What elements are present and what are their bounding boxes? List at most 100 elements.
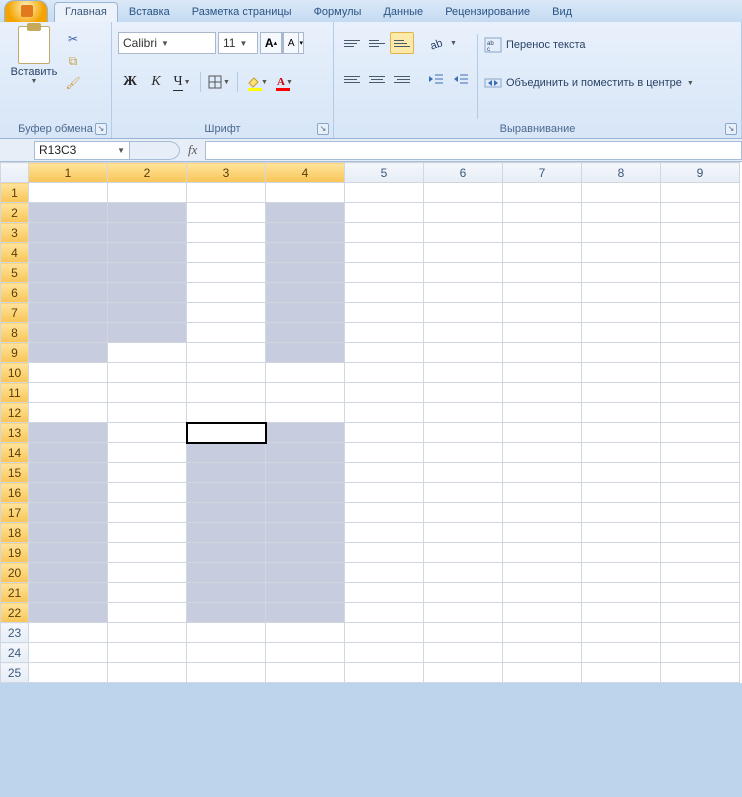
column-header[interactable]: 4: [266, 163, 345, 183]
cell[interactable]: [266, 263, 345, 283]
cell[interactable]: [424, 343, 503, 363]
cell[interactable]: [424, 503, 503, 523]
cell[interactable]: [187, 483, 266, 503]
row-header[interactable]: 4: [1, 243, 29, 263]
cell[interactable]: [345, 563, 424, 583]
cell[interactable]: [187, 283, 266, 303]
cell[interactable]: [503, 663, 582, 683]
cell[interactable]: [187, 603, 266, 623]
select-all-corner[interactable]: [1, 163, 29, 183]
cell[interactable]: [345, 623, 424, 643]
cell[interactable]: [266, 463, 345, 483]
cell[interactable]: [424, 603, 503, 623]
cell[interactable]: [503, 323, 582, 343]
name-box[interactable]: R13C3▼: [34, 141, 130, 160]
cell[interactable]: [29, 423, 108, 443]
bold-button[interactable]: Ж: [118, 70, 142, 94]
cell[interactable]: [424, 483, 503, 503]
row-header[interactable]: 2: [1, 203, 29, 223]
cell[interactable]: [582, 203, 661, 223]
cell[interactable]: [661, 623, 740, 643]
cell[interactable]: [108, 623, 187, 643]
cell[interactable]: [187, 203, 266, 223]
cell[interactable]: [187, 463, 266, 483]
cell[interactable]: [503, 623, 582, 643]
cell[interactable]: [503, 543, 582, 563]
row-header[interactable]: 10: [1, 363, 29, 383]
cell[interactable]: [345, 503, 424, 523]
cell[interactable]: [582, 443, 661, 463]
font-size-combo[interactable]: 11▼: [218, 32, 258, 54]
cell[interactable]: [29, 603, 108, 623]
cell[interactable]: [345, 323, 424, 343]
cell[interactable]: [582, 643, 661, 663]
cell[interactable]: [187, 403, 266, 423]
cell[interactable]: [582, 523, 661, 543]
tab-view[interactable]: Вид: [541, 2, 583, 22]
cell[interactable]: [424, 303, 503, 323]
cell[interactable]: [108, 423, 187, 443]
underline-button[interactable]: Ч▼: [170, 70, 194, 94]
formula-input[interactable]: [205, 141, 742, 160]
cell[interactable]: [503, 403, 582, 423]
row-header[interactable]: 19: [1, 543, 29, 563]
cell[interactable]: [266, 383, 345, 403]
cell[interactable]: [108, 443, 187, 463]
increase-indent-button[interactable]: [449, 68, 473, 90]
cell[interactable]: [661, 543, 740, 563]
cell[interactable]: [661, 343, 740, 363]
cell[interactable]: [345, 583, 424, 603]
cell[interactable]: [345, 383, 424, 403]
row-header[interactable]: 5: [1, 263, 29, 283]
cell[interactable]: [108, 343, 187, 363]
cell[interactable]: [266, 603, 345, 623]
cell[interactable]: [266, 423, 345, 443]
cell[interactable]: [187, 323, 266, 343]
fx-label[interactable]: fx: [188, 142, 197, 158]
cell[interactable]: [582, 363, 661, 383]
cell[interactable]: [582, 423, 661, 443]
cell[interactable]: [345, 283, 424, 303]
cell[interactable]: [661, 583, 740, 603]
cell[interactable]: [29, 463, 108, 483]
cell[interactable]: [29, 383, 108, 403]
cell[interactable]: [29, 663, 108, 683]
cell[interactable]: [424, 583, 503, 603]
cell[interactable]: [345, 443, 424, 463]
cell[interactable]: [503, 523, 582, 543]
copy-icon[interactable]: ⧉: [64, 52, 82, 70]
cell[interactable]: [661, 503, 740, 523]
cell[interactable]: [108, 543, 187, 563]
row-header[interactable]: 7: [1, 303, 29, 323]
cell[interactable]: [424, 543, 503, 563]
cell[interactable]: [108, 323, 187, 343]
cell[interactable]: [187, 243, 266, 263]
cell[interactable]: [108, 283, 187, 303]
office-button[interactable]: [4, 0, 48, 22]
cell[interactable]: [266, 443, 345, 463]
cell[interactable]: [29, 263, 108, 283]
cell[interactable]: [266, 523, 345, 543]
cell[interactable]: [187, 423, 266, 443]
cell[interactable]: [424, 423, 503, 443]
row-header[interactable]: 13: [1, 423, 29, 443]
cell[interactable]: [503, 343, 582, 363]
italic-button[interactable]: К: [144, 70, 168, 94]
cell[interactable]: [266, 243, 345, 263]
cell[interactable]: [424, 403, 503, 423]
cell[interactable]: [503, 243, 582, 263]
tab-data[interactable]: Данные: [372, 2, 434, 22]
cell[interactable]: [503, 443, 582, 463]
row-header[interactable]: 14: [1, 443, 29, 463]
column-header[interactable]: 2: [108, 163, 187, 183]
alignment-launcher[interactable]: ↘: [725, 123, 737, 135]
cell[interactable]: [29, 643, 108, 663]
cell[interactable]: [108, 263, 187, 283]
spreadsheet-grid[interactable]: 1234567891234567891011121314151617181920…: [0, 162, 742, 683]
cell[interactable]: [29, 363, 108, 383]
cell[interactable]: [345, 243, 424, 263]
cell[interactable]: [503, 303, 582, 323]
cell[interactable]: [266, 663, 345, 683]
cell[interactable]: [108, 243, 187, 263]
cell[interactable]: [29, 323, 108, 343]
